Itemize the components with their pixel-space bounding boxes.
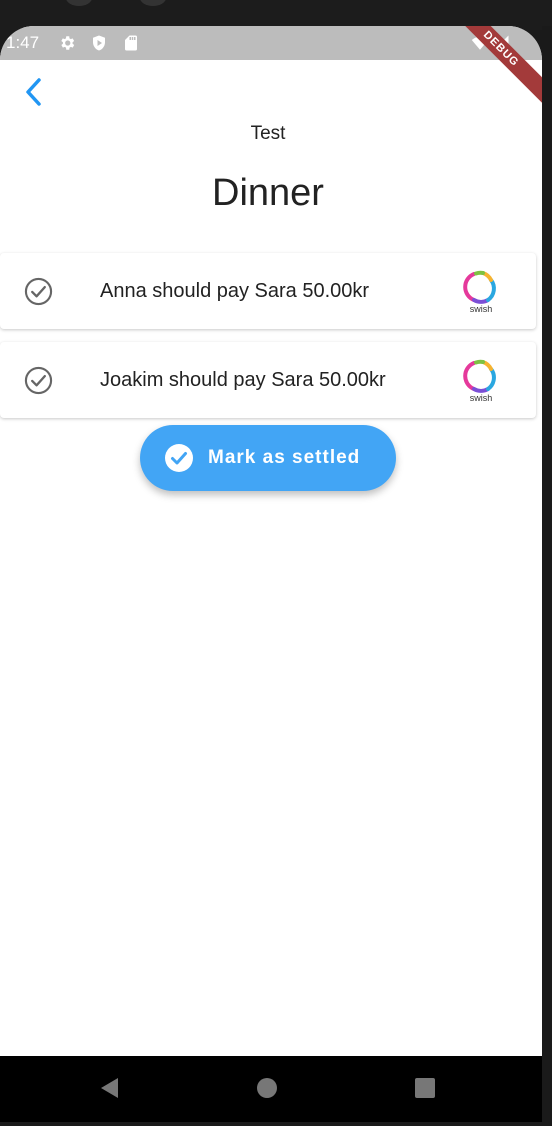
group-name: Test — [250, 123, 286, 144]
status-bar: 1:47 DEBUG — [0, 26, 542, 109]
camera-dot — [66, 0, 92, 6]
settlement-row[interactable]: Anna should pay Sara 50.00kr swish — [0, 253, 536, 329]
debug-ribbon: DEBUG — [441, 26, 542, 109]
swish-pay-button[interactable]: swish — [461, 270, 501, 316]
swish-logo-icon — [463, 359, 496, 393]
check-circle-icon[interactable] — [24, 366, 53, 395]
sensor-dot — [140, 0, 166, 6]
expense-title: Dinner — [212, 172, 324, 214]
back-arrow-icon[interactable] — [20, 76, 48, 108]
nav-recents-icon[interactable] — [414, 1077, 436, 1099]
settlement-text: Anna should pay Sara 50.00kr — [100, 280, 370, 302]
status-time: 1:47 — [6, 33, 40, 52]
settlement-row[interactable]: Joakim should pay Sara 50.00kr swish — [0, 342, 536, 418]
shield-play-status-icon — [93, 35, 105, 51]
mark-as-settled-label: Mark as settled — [208, 447, 361, 468]
swish-pay-button[interactable]: swish — [461, 359, 501, 405]
swish-label: swish — [469, 304, 493, 314]
check-circle-icon[interactable] — [24, 277, 53, 306]
app-screen: 1:47 DEBUG Test Dinner Anna should pay S… — [0, 26, 542, 1056]
check-circle-filled-icon — [165, 444, 193, 472]
settings-status-icon — [61, 36, 75, 50]
android-nav-bar — [0, 1056, 542, 1122]
mark-as-settled-button[interactable]: Mark as settled — [140, 425, 396, 491]
device-frame-edge — [542, 26, 552, 1126]
nav-home-icon[interactable] — [256, 1077, 278, 1099]
settlement-text: Joakim should pay Sara 50.00kr — [100, 369, 386, 391]
swish-logo-icon — [463, 270, 496, 304]
nav-back-icon[interactable] — [98, 1076, 120, 1100]
sd-card-status-icon — [125, 35, 137, 51]
swish-label: swish — [469, 393, 493, 403]
